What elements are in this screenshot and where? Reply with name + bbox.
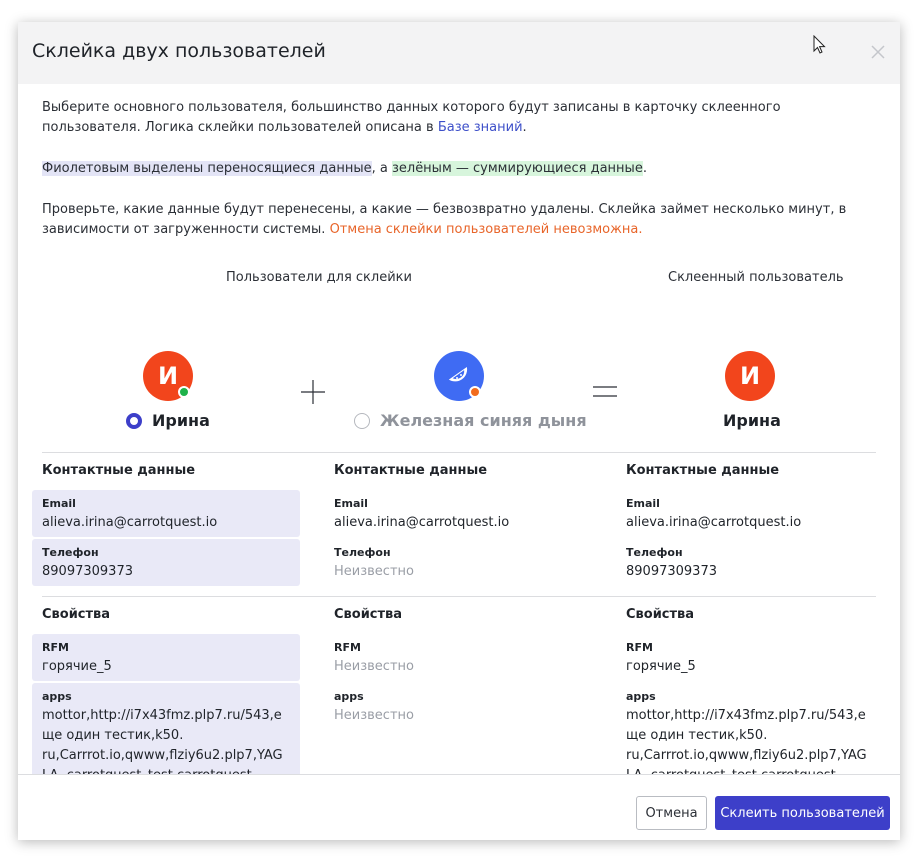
irreversible-warning: Отмена склейки пользователей невозможна.	[329, 222, 643, 237]
field-phone-user-2[interactable]: Телефон Неизвестно	[324, 539, 592, 586]
merged-user-name: Ирина	[723, 411, 781, 430]
user-1-name: Ирина	[152, 411, 210, 430]
props-title-merged: Свойства	[626, 607, 695, 622]
field-apps-user-2[interactable]: apps Неизвестно	[324, 683, 592, 730]
purple-legend: Фиолетовым выделены переносящиеся данные	[42, 161, 372, 176]
intro-paragraph-2: Фиолетовым выделены переносящиеся данные…	[42, 161, 647, 176]
field-email-user-1[interactable]: Email alieva.irina@carrotquest.io	[32, 490, 300, 537]
mouse-cursor-icon	[813, 35, 826, 54]
field-apps-user-1[interactable]: apps mottor,http://i7x43fmz.plp7.ru/543,…	[32, 683, 300, 774]
source-users-heading: Пользователи для склейки	[226, 270, 412, 285]
divider	[42, 596, 876, 597]
avatar-user-1: И	[143, 351, 193, 401]
props-title-user-1: Свойства	[42, 607, 111, 622]
merged-user-name-row: Ирина	[723, 411, 781, 430]
field-apps-merged: apps mottor,http://i7x43fmz.plp7.ru/543,…	[626, 690, 867, 774]
avatar-user-2	[434, 351, 484, 401]
field-email-user-2[interactable]: Email alieva.irina@carrotquest.io	[324, 490, 592, 537]
intro-paragraph-1: Выберите основного пользователя, большин…	[42, 100, 781, 135]
props-title-user-2: Свойства	[334, 607, 403, 622]
knowledge-base-link[interactable]: Базе знаний	[438, 120, 523, 135]
modal-header: Склейка двух пользователей	[18, 22, 900, 84]
field-rfm-merged: RFM горячие_5	[626, 641, 696, 674]
merge-users-button[interactable]: Склеить пользователей	[715, 796, 890, 830]
field-phone-merged: Телефон 89097309373	[626, 546, 717, 579]
equals-icon	[593, 386, 617, 397]
avatar-merged-user: И	[725, 351, 775, 401]
user-1-select[interactable]: Ирина	[126, 411, 210, 430]
plus-icon	[301, 380, 325, 404]
field-phone-user-1[interactable]: Телефон 89097309373	[32, 539, 300, 586]
field-rfm-user-2[interactable]: RFM Неизвестно	[324, 634, 592, 681]
merge-users-modal: Склейка двух пользователей Выберите осно…	[18, 22, 900, 840]
green-legend: зелёным — суммирующиеся данные	[391, 161, 643, 176]
modal-body[interactable]: Выберите основного пользователя, большин…	[18, 84, 900, 774]
field-rfm-user-1[interactable]: RFM горячие_5	[32, 634, 300, 681]
close-icon[interactable]	[868, 42, 888, 62]
merged-user-heading: Склеенный пользователь	[668, 270, 844, 285]
intro-paragraph-3: Проверьте, какие данные будут перенесены…	[42, 202, 847, 237]
away-status-dot	[469, 386, 481, 398]
user-2-name: Железная синяя дыня	[380, 411, 587, 430]
user-2-select[interactable]: Железная синяя дыня	[354, 411, 587, 430]
online-status-dot	[178, 386, 190, 398]
cancel-button[interactable]: Отмена	[636, 796, 707, 830]
contacts-title-user-1: Контактные данные	[42, 463, 196, 478]
radio-user-1[interactable]	[126, 412, 142, 429]
modal-title: Склейка двух пользователей	[32, 40, 326, 62]
contacts-title-user-2: Контактные данные	[334, 463, 488, 478]
divider	[42, 452, 876, 453]
modal-footer: Отмена Склеить пользователей	[18, 774, 900, 840]
field-email-merged: Email alieva.irina@carrotquest.io	[626, 497, 802, 530]
radio-user-2[interactable]	[354, 412, 370, 429]
contacts-title-merged: Контактные данные	[626, 463, 780, 478]
